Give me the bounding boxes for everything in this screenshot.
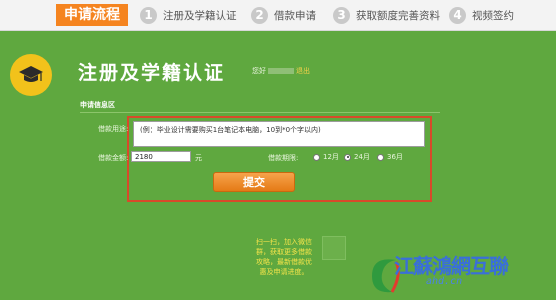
section-title: 申请信息区 <box>80 101 115 109</box>
watermark-text: 江蘇鴻網互聯 <box>394 254 509 278</box>
radio-selected-icon[interactable] <box>344 153 351 161</box>
step-4: 4 视频签约 <box>449 6 514 24</box>
step-label: 注册及学籍认证 <box>163 9 237 22</box>
promo-text: 扫一扫，加入微信群，获取更多借款攻略，最新借款优惠及申请进度。 <box>256 238 312 276</box>
amount-input[interactable]: 2180 <box>131 151 191 162</box>
purpose-label: 借款用途: <box>98 125 129 133</box>
term-option-label: 12月 <box>323 153 339 161</box>
step-number: 2 <box>251 6 268 24</box>
term-option-label: 24月 <box>354 153 370 161</box>
step-2: 2 借款申请 <box>251 6 316 24</box>
term-option-label: 36月 <box>387 153 403 161</box>
step-label: 视频签约 <box>472 9 514 22</box>
page-title: 注册及学籍认证 <box>78 62 226 84</box>
step-1: 1 注册及学籍认证 <box>140 6 237 24</box>
step-label: 借款申请 <box>274 9 316 22</box>
qr-code-icon <box>322 236 346 260</box>
amount-label: 借款金额: <box>98 154 129 162</box>
user-greeting: 您好 退出 <box>252 66 310 76</box>
term-option-36[interactable]: 36月 <box>377 152 403 162</box>
logout-link[interactable]: 退出 <box>296 67 310 75</box>
term-option-24[interactable]: 24月 <box>344 152 370 162</box>
top-bar: 申请流程 1 注册及学籍认证 2 借款申请 3 获取额度完善资料 4 视频签约 <box>0 0 556 31</box>
step-number: 3 <box>333 6 350 24</box>
amount-unit: 元 <box>195 154 202 162</box>
flow-title: 申请流程 <box>56 4 128 26</box>
username-masked <box>268 68 294 74</box>
step-3: 3 获取额度完善资料 <box>333 6 440 24</box>
divider <box>80 112 440 113</box>
step-number: 4 <box>449 6 466 24</box>
purpose-textarea[interactable]: (例：毕业设计需要购买1台笔记本电脑，10到*0个字以内) <box>133 121 425 147</box>
step-number: 1 <box>140 6 157 24</box>
watermark-subtext: ahd.cn <box>426 276 463 287</box>
step-label: 获取额度完善资料 <box>356 9 440 22</box>
term-option-12[interactable]: 12月 <box>313 152 339 162</box>
graduation-cap-icon <box>10 54 52 96</box>
radio-icon[interactable] <box>313 153 320 161</box>
term-label: 借款期限: <box>268 154 299 162</box>
radio-icon[interactable] <box>377 153 384 161</box>
watermark-logo: 江蘇鴻網互聯 ahd.cn <box>364 246 556 300</box>
greeting-text: 您好 <box>252 67 266 75</box>
submit-button[interactable]: 提交 <box>213 172 295 192</box>
